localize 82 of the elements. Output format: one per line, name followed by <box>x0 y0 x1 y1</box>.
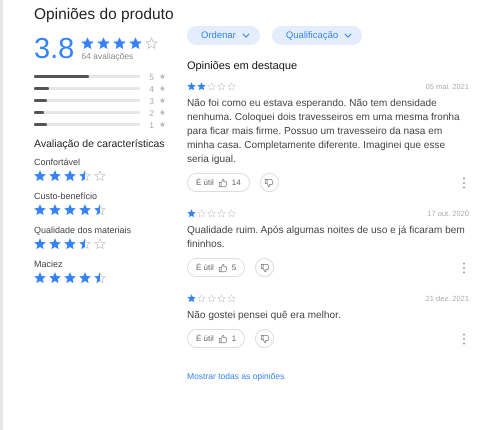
star-icon <box>94 204 106 216</box>
star-icon <box>113 37 126 50</box>
characteristic-label: Confortável <box>34 157 82 167</box>
helpful-button[interactable]: É útil 1 <box>187 329 246 348</box>
review-count: 64 avaliações <box>81 51 134 61</box>
star-icon <box>49 204 61 216</box>
section-title: Opiniões do produto <box>34 6 175 24</box>
star-icon <box>64 272 76 284</box>
star-icon <box>94 272 106 284</box>
star-icon <box>34 272 46 284</box>
star-icon <box>207 294 216 303</box>
show-all-reviews-link[interactable]: Mostrar todas as opiniões <box>187 371 284 381</box>
star-icon <box>49 170 61 182</box>
star-icon <box>94 170 106 182</box>
star-icon <box>64 170 76 182</box>
star-icon <box>34 238 46 250</box>
star-icon <box>159 73 166 80</box>
star-icon <box>79 170 91 182</box>
more-options-icon[interactable] <box>462 262 466 274</box>
characteristic-label: Custo-benefício <box>34 191 98 201</box>
filter-dropdown[interactable]: Qualificação <box>272 26 362 45</box>
star-icon <box>217 209 226 218</box>
chevron-down-icon <box>242 33 250 38</box>
star-icon <box>97 37 110 50</box>
chevron-down-icon <box>344 33 352 38</box>
thumbs-up-icon <box>218 262 228 272</box>
star-icon <box>207 209 216 218</box>
star-icon <box>159 97 166 104</box>
thumbs-down-button[interactable] <box>255 329 274 348</box>
star-icon <box>49 238 61 250</box>
helpful-button[interactable]: É útil 5 <box>187 258 246 277</box>
star-icon <box>207 82 216 91</box>
star-icon <box>64 238 76 250</box>
star-icon <box>159 121 166 128</box>
star-icon <box>159 109 166 116</box>
review-text: Não gostei pensei quê era melhor. <box>187 309 342 323</box>
star-icon <box>34 170 46 182</box>
star-level-label: 5 <box>149 72 155 82</box>
featured-title: Opiniões em destaque <box>187 60 298 72</box>
star-icon <box>217 294 226 303</box>
characteristics-title: Avaliação de características <box>34 138 166 150</box>
star-icon <box>187 82 196 91</box>
thumbs-up-icon <box>218 334 228 344</box>
star-icon <box>227 209 236 218</box>
thumbs-down-icon <box>260 334 270 344</box>
helpful-button[interactable]: É útil 14 <box>187 173 250 192</box>
star-level-label: 4 <box>149 84 155 94</box>
star-icon <box>197 209 206 218</box>
thumbs-down-icon <box>260 262 270 272</box>
star-level-label: 2 <box>149 108 155 118</box>
star-icon <box>94 238 106 250</box>
thumbs-down-button[interactable] <box>260 173 279 192</box>
more-options-icon[interactable] <box>462 332 466 344</box>
star-icon <box>79 238 91 250</box>
star-icon <box>197 82 206 91</box>
star-level-label: 3 <box>149 96 155 106</box>
thumbs-down-button[interactable] <box>255 258 274 277</box>
star-icon <box>187 294 196 303</box>
star-icon <box>81 37 94 50</box>
star-icon <box>49 272 61 284</box>
characteristic-label: Qualidade dos materiais <box>34 225 132 235</box>
star-icon <box>159 85 166 92</box>
star-icon <box>227 294 236 303</box>
star-level-label: 1 <box>149 120 155 130</box>
star-icon <box>227 82 236 91</box>
thumbs-up-icon <box>218 178 228 188</box>
star-icon <box>64 204 76 216</box>
average-rating: 3.8 <box>34 34 74 64</box>
thumbs-down-icon <box>264 178 274 188</box>
star-icon <box>187 209 196 218</box>
review-text: Qualidade ruim. Após algumas noites de uso e já ficaram bem fininhos. <box>187 224 466 252</box>
filter-dropdown[interactable]: Ordenar <box>187 26 260 45</box>
star-icon <box>217 82 226 91</box>
star-icon <box>79 272 91 284</box>
star-icon <box>145 37 158 50</box>
star-icon <box>79 204 91 216</box>
star-icon <box>34 204 46 216</box>
more-options-icon[interactable] <box>462 176 466 188</box>
characteristic-label: Maciez <box>34 259 64 269</box>
review-text: Não foi como eu estava esperando. Não tem densidade nenhuma. Coloquei dois travesseiros em uma mesma fronha para ficar mais firme. Possuo um travesseiro da nasa em minha casa. Completamente diferente. Imaginei que esse seria igual. <box>187 97 461 167</box>
star-icon <box>129 37 142 50</box>
star-icon <box>197 294 206 303</box>
